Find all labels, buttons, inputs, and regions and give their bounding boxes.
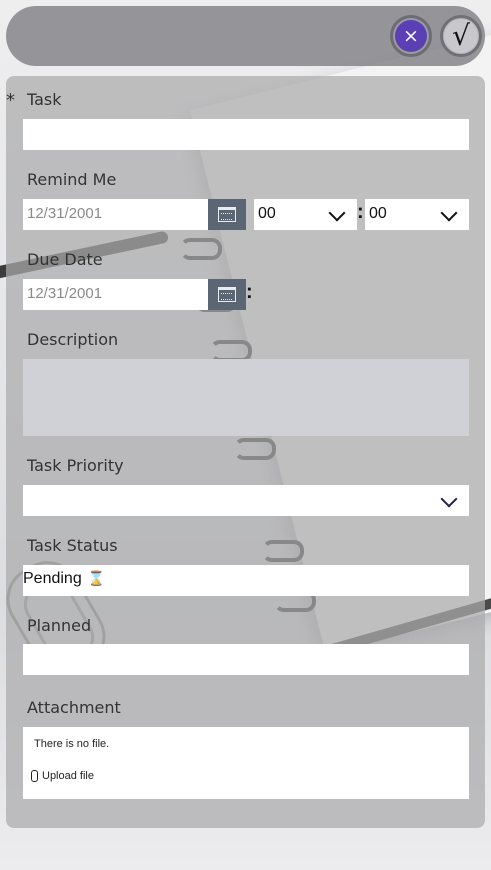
remind-hour-value: 00 — [258, 205, 276, 222]
chevron-down-icon — [440, 490, 458, 508]
hourglass-icon: ⌛ — [87, 570, 106, 586]
remind-date-calendar-button[interactable] — [208, 199, 246, 230]
remind-minute-value: 00 — [369, 205, 387, 222]
task-priority-dropdown[interactable] — [23, 485, 469, 516]
calendar-icon — [218, 207, 236, 222]
task-status-field[interactable]: Pending ⌛ — [23, 565, 469, 596]
remind-hour-dropdown[interactable]: 00 — [254, 199, 357, 230]
task-label: Task — [27, 90, 62, 109]
close-icon: × — [395, 20, 427, 52]
cancel-button[interactable]: × — [390, 15, 432, 57]
remind-date-input[interactable]: 12/31/2001 — [23, 199, 209, 230]
remind-minute-dropdown[interactable]: 00 — [365, 199, 469, 230]
task-status-label: Task Status — [27, 536, 118, 555]
description-label: Description — [27, 330, 119, 349]
planned-label: Planned — [27, 616, 92, 635]
checkmark-icon: √ — [444, 19, 478, 53]
planned-input[interactable] — [23, 644, 469, 675]
time-separator: : — [246, 281, 253, 303]
description-textarea[interactable] — [23, 359, 469, 436]
task-priority-label: Task Priority — [27, 456, 124, 475]
submit-button[interactable]: √ — [440, 15, 482, 57]
task-status-value: Pending — [23, 570, 82, 587]
remind-me-label: Remind Me — [27, 170, 117, 189]
chevron-down-icon — [440, 204, 458, 222]
due-date-input[interactable]: 12/31/2001 — [23, 279, 209, 310]
attachment-label: Attachment — [27, 698, 121, 717]
time-separator: : — [357, 201, 364, 223]
required-indicator: * — [6, 90, 15, 111]
upload-file-label: Upload file — [42, 770, 94, 782]
due-date-calendar-button[interactable] — [208, 279, 246, 310]
calendar-icon — [218, 287, 236, 302]
task-input[interactable] — [23, 119, 469, 150]
header-bar: × √ — [6, 6, 485, 66]
due-date-label: Due Date — [27, 250, 103, 269]
no-file-text: There is no file. — [34, 738, 110, 750]
paperclip-icon — [31, 770, 38, 782]
upload-file-link[interactable]: Upload file — [31, 770, 94, 782]
chevron-down-icon — [328, 204, 346, 222]
attachment-box: There is no file. Upload file — [23, 727, 469, 799]
